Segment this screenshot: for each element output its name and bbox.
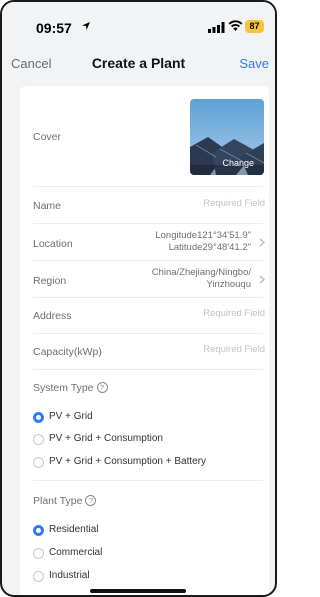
- cover-row[interactable]: Cover Change: [20, 86, 269, 186]
- capacity-input[interactable]: Required Field: [203, 344, 265, 355]
- divider: [33, 369, 263, 370]
- system-type-option-label: PV + Grid + Consumption + Battery: [49, 456, 207, 467]
- radio-selected-icon[interactable]: [33, 412, 44, 423]
- location-latitude: Latitude29°48'41.2": [168, 242, 251, 253]
- system-type-label: System Type: [33, 382, 94, 394]
- location-label: Location: [33, 238, 73, 250]
- cover-image[interactable]: Change: [190, 99, 264, 175]
- chevron-right-icon: [259, 275, 265, 284]
- home-indicator[interactable]: [90, 589, 186, 593]
- battery-indicator: 87: [245, 20, 264, 33]
- change-cover-button[interactable]: Change: [222, 158, 254, 168]
- save-button[interactable]: Save: [239, 56, 269, 71]
- divider: [33, 480, 263, 481]
- plant-type-option-label: Industrial: [49, 570, 90, 581]
- region-value-line2: Yinzhouqu: [206, 279, 251, 290]
- radio-selected-icon[interactable]: [33, 525, 44, 536]
- location-field-row[interactable]: Location Longitude121°34'51.9" Latitude2…: [20, 224, 269, 260]
- radio-unselected-icon[interactable]: [33, 434, 44, 445]
- name-field-row[interactable]: Name Required Field: [20, 188, 269, 222]
- region-value-line1: China/Zhejiang/Ningbo/: [151, 267, 251, 278]
- system-type-option-label: PV + Grid: [49, 411, 93, 422]
- address-label: Address: [33, 310, 72, 322]
- region-field-row[interactable]: Region China/Zhejiang/Ningbo/ Yinzhouqu: [20, 261, 269, 297]
- radio-unselected-icon[interactable]: [33, 457, 44, 468]
- status-time: 09:57: [36, 20, 72, 36]
- location-longitude: Longitude121°34'51.9": [155, 230, 251, 241]
- help-icon[interactable]: ?: [85, 495, 97, 506]
- region-label: Region: [33, 275, 67, 287]
- system-type-heading: System Type?: [33, 382, 108, 394]
- cellular-signal-icon: [208, 22, 225, 33]
- address-field-row[interactable]: Address Required Field: [20, 298, 269, 332]
- plant-form-card: Cover Change Name Required Field Locatio…: [20, 86, 269, 595]
- capacity-label: Capacity(kWp): [33, 346, 102, 358]
- cover-label: Cover: [33, 131, 62, 143]
- nav-bar: Cancel Create a Plant Save: [2, 46, 275, 82]
- phone-screen: 09:57 87 Cancel Create a Plant Save Cove…: [0, 0, 277, 597]
- capacity-field-row[interactable]: Capacity(kWp) Required Field: [20, 334, 269, 368]
- plant-type-label: Plant Type: [33, 495, 83, 507]
- plant-type-heading: Plant Type?: [33, 495, 97, 507]
- page-title: Create a Plant: [91, 55, 186, 71]
- help-icon[interactable]: ?: [96, 382, 108, 393]
- system-type-option-label: PV + Grid + Consumption: [49, 433, 163, 444]
- divider: [33, 186, 263, 187]
- name-input[interactable]: Required Field: [203, 198, 265, 209]
- plant-type-option-label: Commercial: [49, 547, 103, 558]
- status-bar: 09:57 87: [2, 2, 275, 46]
- radio-unselected-icon[interactable]: [33, 548, 44, 559]
- plant-type-option-label: Residential: [49, 524, 99, 535]
- radio-unselected-icon[interactable]: [33, 571, 44, 582]
- location-arrow-icon: [82, 22, 90, 30]
- wifi-icon: [228, 20, 243, 31]
- chevron-right-icon: [259, 238, 265, 247]
- name-label: Name: [33, 200, 62, 212]
- address-input[interactable]: Required Field: [203, 308, 265, 319]
